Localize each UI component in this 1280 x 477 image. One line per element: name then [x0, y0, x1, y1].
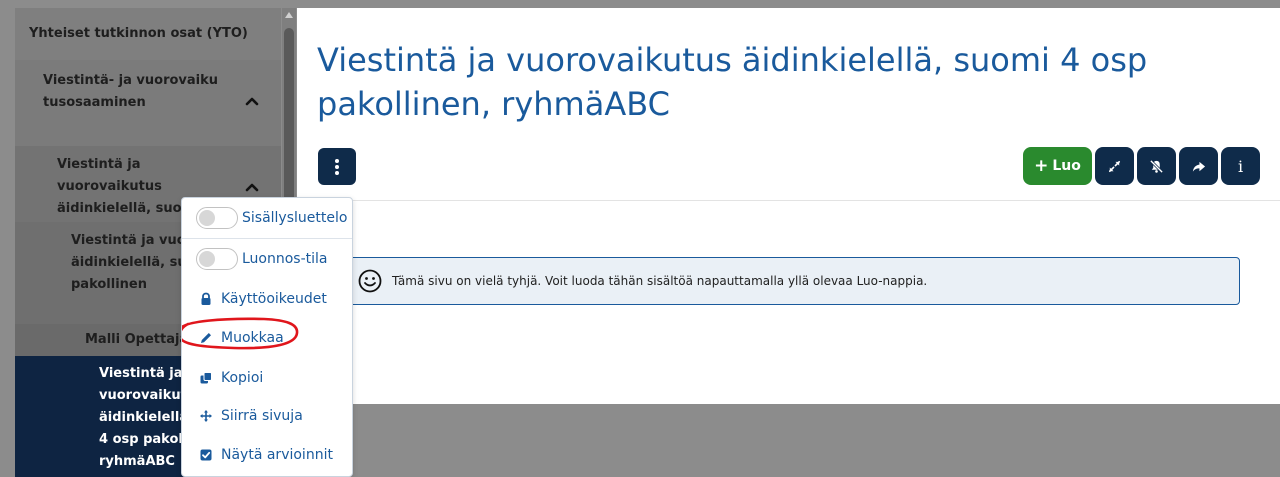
toggle-label: Luonnos-tila: [242, 251, 328, 267]
luo-button-label: Luo: [1052, 158, 1081, 174]
checkbox-icon: [200, 449, 212, 461]
menu-item-muokkaa[interactable]: Muokkaa: [182, 317, 352, 355]
bell-slash-icon: [1149, 159, 1164, 173]
page-menu-button[interactable]: [318, 148, 356, 185]
luo-button[interactable]: + Luo: [1023, 147, 1092, 185]
share-icon: [1192, 161, 1206, 172]
kebab-menu-icon: [335, 158, 339, 175]
menu-item-label: Kopioi: [221, 370, 264, 386]
expand-icon: [1108, 160, 1121, 172]
toggle-sisallysluettelo[interactable]: Sisällysluettelo: [182, 198, 352, 238]
menu-item-label: Muokkaa: [221, 330, 284, 346]
move-icon: [200, 410, 212, 422]
fullscreen-button[interactable]: [1095, 147, 1134, 185]
copy-icon: [200, 372, 212, 384]
main-content: Viestintä ja vuorovaikutus äidinkielellä…: [297, 8, 1280, 404]
sidebar-item-viestinta-vuorovaikutusosaaminen[interactable]: Viestintä- ja vuorovaikutusosaaminen: [15, 60, 281, 146]
menu-item-label: Käyttöoikeudet: [221, 291, 327, 307]
lock-icon: [201, 292, 211, 305]
menu-item-label: Näytä arvioinnit: [221, 447, 333, 463]
notifications-button[interactable]: [1137, 147, 1176, 185]
chevron-up-icon[interactable]: [245, 94, 259, 108]
scroll-up-icon[interactable]: [285, 12, 293, 18]
toolbar-divider: [297, 200, 1280, 201]
sidebar-item-label: Malli Opettaja: [85, 332, 189, 347]
page-actions-dropdown: Sisällysluettelo Luonnos-tila Käyttöoike…: [181, 197, 353, 477]
chevron-up-icon[interactable]: [245, 180, 259, 194]
menu-item-nayta-arvioinnit[interactable]: Näytä arvioinnit: [182, 438, 352, 472]
pencil-icon: [201, 333, 211, 343]
sidebar-item-label: Viestintä- ja vuorovaikutusosaaminen: [43, 73, 219, 110]
info-button[interactable]: i: [1221, 147, 1260, 185]
toggle-switch[interactable]: [196, 207, 238, 229]
menu-item-label: Siirrä sivuja: [221, 408, 303, 424]
plus-icon: +: [1034, 155, 1049, 176]
toggle-label: Sisällysluettelo: [242, 210, 348, 226]
empty-page-text: Tämä sivu on vielä tyhjä. Voit luoda täh…: [392, 274, 928, 288]
sidebar-item-label: Yhteiset tutkinnon osat (YTO): [29, 26, 248, 41]
sidebar-item-yto[interactable]: Yhteiset tutkinnon osat (YTO): [15, 8, 281, 60]
toggle-switch[interactable]: [196, 248, 238, 270]
menu-item-siirra-sivuja[interactable]: Siirrä sivuja: [182, 399, 352, 433]
info-icon: i: [1237, 156, 1244, 176]
empty-page-notice: Tämä sivu on vielä tyhjä. Voit luoda täh…: [335, 257, 1240, 305]
menu-item-kayttooikeudet[interactable]: Käyttöoikeudet: [182, 282, 352, 316]
smile-icon: [358, 269, 382, 293]
share-button[interactable]: [1179, 147, 1218, 185]
page-title: Viestintä ja vuorovaikutus äidinkielellä…: [317, 41, 1148, 123]
toggle-luonnos-tila[interactable]: Luonnos-tila: [182, 239, 352, 279]
menu-item-kopioi[interactable]: Kopioi: [182, 361, 352, 395]
